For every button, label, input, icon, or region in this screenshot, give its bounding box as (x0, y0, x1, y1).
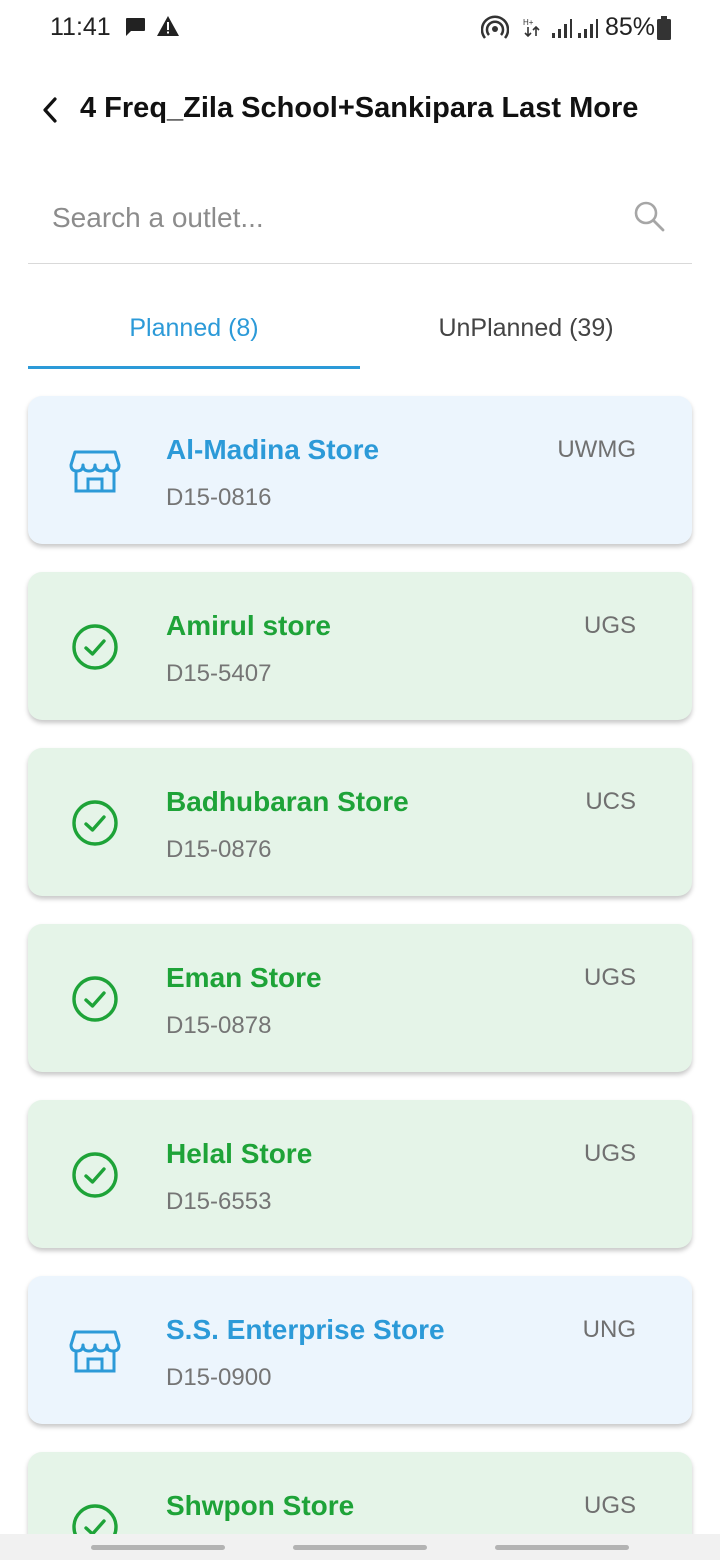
outlet-type: UGS (583, 964, 636, 991)
outlet-code: D15-5407 (166, 660, 272, 687)
outlet-name: Al-Madina Store (166, 434, 380, 465)
outlet-name: Badhubaran Store (166, 786, 409, 817)
hotspot-icon (481, 15, 509, 39)
outlet-card[interactable]: Amirul store D15-5407 UGS (28, 572, 692, 720)
outlet-type: UCS (585, 788, 636, 815)
outlet-type: UGS (583, 612, 636, 639)
outlet-name: Amirul store (166, 610, 331, 641)
page-title: 4 Freq_Zila School+Sankipara Last More (80, 92, 639, 124)
outlet-name: Shwpon Store (166, 1490, 355, 1521)
data-arrows-icon: H+ (523, 18, 540, 38)
outlet-name: Eman Store (166, 962, 322, 993)
tab-unplanned[interactable]: UnPlanned (39) (360, 290, 692, 368)
nav-recents-pill[interactable] (91, 1545, 225, 1550)
system-nav-bar (0, 1534, 720, 1560)
app-header: 4 Freq_Zila School+Sankipara Last More (0, 70, 720, 150)
nav-back-pill[interactable] (495, 1545, 629, 1550)
outlet-code: D15-0900 (166, 1364, 272, 1391)
battery-icon (657, 16, 671, 40)
store-icon (69, 450, 121, 493)
outlet-card[interactable]: S.S. Enterprise Store D15-0900 UNG (28, 1276, 692, 1424)
battery-percent: 85% (605, 13, 656, 41)
signal-icon (552, 19, 572, 38)
signal-icon (578, 19, 598, 38)
outlet-code: D15-0816 (166, 484, 272, 511)
svg-text:H+: H+ (523, 18, 534, 27)
outlet-card[interactable]: Helal Store D15-6553 UGS (28, 1100, 692, 1248)
outlet-card[interactable]: Badhubaran Store D15-0876 UCS (28, 748, 692, 896)
status-bar: 11:41 H+ 85% (0, 0, 720, 56)
search-input[interactable] (52, 194, 612, 242)
tab-bar: Planned (8) UnPlanned (39) (28, 290, 692, 370)
outlet-code: D15-0876 (166, 836, 272, 863)
outlet-type: UGS (583, 1492, 636, 1519)
search-bar (28, 180, 692, 264)
check-circle-icon (72, 976, 118, 1022)
tab-active-indicator (28, 366, 360, 369)
outlet-card[interactable]: Al-Madina Store D15-0816 UWMG (28, 396, 692, 544)
outlet-code: D15-0878 (166, 1012, 272, 1039)
outlet-code: D15-6553 (166, 1188, 272, 1215)
check-circle-icon (72, 800, 118, 846)
outlet-type: UNG (582, 1316, 636, 1343)
message-icon (126, 18, 145, 36)
outlet-list: Al-Madina Store D15-0816 UWMG Amirul sto… (28, 396, 692, 1560)
nav-home-pill[interactable] (293, 1545, 427, 1550)
check-circle-icon (72, 1152, 118, 1198)
store-icon (69, 1330, 121, 1373)
outlet-name: Helal Store (166, 1138, 313, 1169)
search-icon[interactable] (632, 199, 666, 233)
status-time: 11:41 (50, 13, 111, 41)
outlet-card[interactable]: Eman Store D15-0878 UGS (28, 924, 692, 1072)
chevron-left-icon[interactable] (36, 94, 64, 126)
check-circle-icon (72, 624, 118, 670)
warning-icon (157, 16, 179, 36)
tab-planned[interactable]: Planned (8) (28, 290, 360, 368)
outlet-type: UWMG (557, 436, 636, 463)
outlet-type: UGS (583, 1140, 636, 1167)
outlet-name: S.S. Enterprise Store (166, 1314, 445, 1345)
